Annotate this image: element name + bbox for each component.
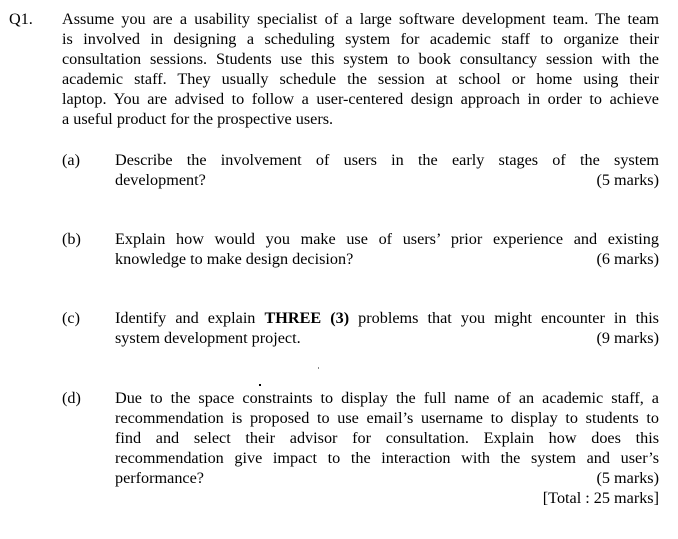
scan-artifact xyxy=(318,367,319,369)
total-marks: [Total : 25 marks] xyxy=(542,489,659,507)
stem-line: consultation sessions. Students use this… xyxy=(62,50,659,68)
marks-label: (6 marks) xyxy=(596,250,659,268)
part-line: recommendation give impact to the intera… xyxy=(115,449,659,467)
stem-line: laptop. You are advised to follow a user… xyxy=(62,90,659,108)
stem-line: academic staff. They usually schedule th… xyxy=(62,70,659,88)
part-line: knowledge to make design decision? xyxy=(115,250,354,268)
question-stem: Assume you are a usability specialist of… xyxy=(62,9,659,129)
marks-label: (5 marks) xyxy=(596,469,659,487)
emphasis-three: THREE (3) xyxy=(264,309,350,327)
part-line: Explain how would you make use of users’… xyxy=(115,230,659,248)
part-line: development? xyxy=(115,171,206,189)
part-label: (c) xyxy=(62,309,80,327)
part-line: recommendation is proposed to use email’… xyxy=(115,409,659,427)
part-line: Due to the space constraints to display … xyxy=(115,389,659,407)
part-label: (a) xyxy=(62,151,80,169)
stem-line: a useful product for the prospective use… xyxy=(62,110,334,128)
stem-line: is involved in designing a scheduling sy… xyxy=(62,30,659,48)
part-line: Identify and explain THREE (3) problems … xyxy=(115,308,659,328)
question-number: Q1. xyxy=(9,10,33,28)
text-run: problems that you might encounter in thi… xyxy=(349,309,659,327)
marks-label: (9 marks) xyxy=(596,329,659,347)
marks-label: (5 marks) xyxy=(596,171,659,189)
part-line: find and select their advisor for consul… xyxy=(115,429,659,447)
part-line: system development project. xyxy=(115,329,301,347)
part-line: performance? xyxy=(115,469,204,487)
stem-line: Assume you are a usability specialist of… xyxy=(62,10,659,28)
part-label: (b) xyxy=(62,230,81,248)
part-line: Describe the involvement of users in the… xyxy=(115,151,659,169)
text-run: Identify and explain xyxy=(115,309,265,327)
part-label: (d) xyxy=(62,389,81,407)
scan-artifact xyxy=(259,384,261,386)
